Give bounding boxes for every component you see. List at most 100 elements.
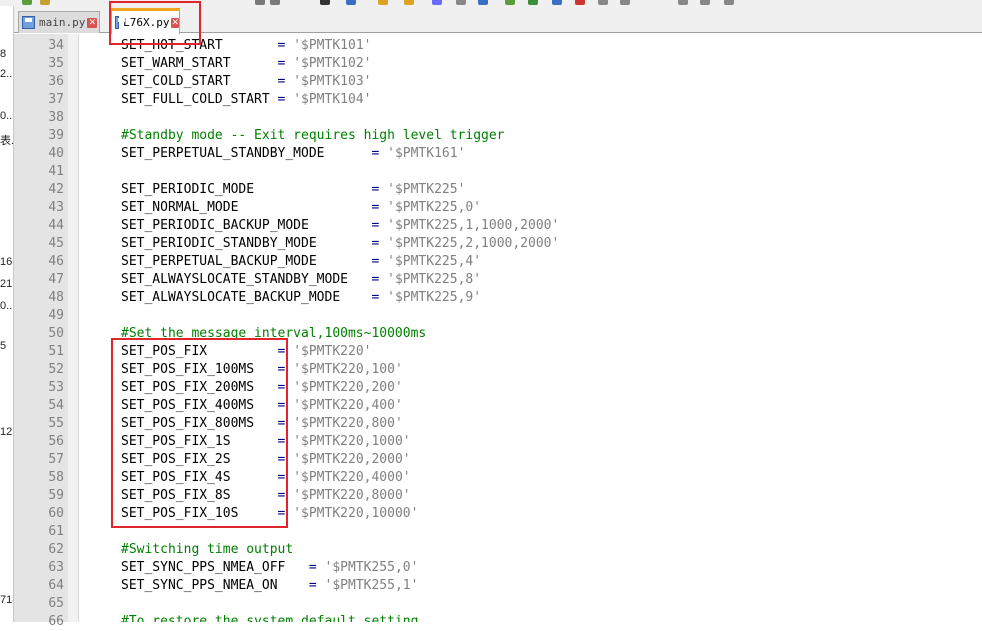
side-panel-text: 0..: [0, 110, 13, 122]
code-identifier: [309, 218, 372, 233]
code-identifier: SET_ALWAYSLOCATE_BACKUP_MODE: [121, 290, 341, 305]
toolbar-icon[interactable]: [456, 0, 466, 5]
side-panel-text: 2..: [0, 68, 13, 80]
code-string: '$PMTK104': [285, 92, 372, 107]
line-number: 52: [48, 362, 64, 377]
code-line[interactable]: SET_SYNC_PPS_NMEA_ON = '$PMTK255,1': [121, 577, 418, 595]
code-identifier: SET_ALWAYSLOCATE_STANDBY_MODE: [121, 272, 348, 287]
toolbar-icon[interactable]: [478, 0, 488, 5]
code-identifier: SET_PERIODIC_MODE: [121, 182, 255, 197]
code-identifier: [270, 92, 278, 107]
code-string: '$PMTK161': [379, 146, 466, 161]
toolbar-icon[interactable]: [255, 0, 265, 5]
code-line[interactable]: SET_ALWAYSLOCATE_STANDBY_MODE = '$PMTK22…: [121, 271, 481, 289]
code-string: '$PMTK225,2,1000,2000': [379, 236, 560, 251]
code-identifier: SET_PERIODIC_BACKUP_MODE: [121, 218, 309, 233]
code-line[interactable]: SET_PERPETUAL_STANDBY_MODE = '$PMTK161': [121, 145, 465, 163]
toolbar-icon[interactable]: [378, 0, 388, 5]
code-identifier: [317, 236, 372, 251]
side-panel-text: 8: [0, 48, 7, 60]
code-string: '$PMTK220,400': [285, 398, 403, 413]
code-line[interactable]: #Standby mode -- Exit requires high leve…: [121, 127, 505, 145]
code-comment: #Standby mode -- Exit requires high leve…: [121, 128, 505, 143]
code-comment: #Switching time output: [121, 542, 294, 557]
code-string: '$PMTK225,0': [379, 200, 482, 215]
code-editor[interactable]: SET_HOT_START = '$PMTK101' SET_WARM_START…: [79, 34, 982, 622]
toolbar-icon[interactable]: [620, 0, 630, 5]
toolbar-icon[interactable]: [678, 0, 688, 5]
side-panel-text: 5: [0, 340, 7, 352]
code-identifier: [317, 254, 372, 269]
code-string: '$PMTK225,4': [379, 254, 482, 269]
code-line[interactable]: SET_FULL_COLD_START = '$PMTK104': [121, 91, 371, 109]
code-string: '$PMTK255,1': [316, 578, 419, 593]
toolbar-icon[interactable]: [724, 0, 734, 5]
toolbar-icon[interactable]: [575, 0, 585, 5]
side-panel-text: 16: [0, 256, 13, 268]
toolbar-icon[interactable]: [404, 0, 414, 5]
toolbar-icon[interactable]: [432, 0, 442, 5]
code-string: '$PMTK255,0': [316, 560, 419, 575]
code-string: '$PMTK220,100': [285, 362, 403, 377]
code-line[interactable]: SET_NORMAL_MODE = '$PMTK225,0': [121, 199, 481, 217]
code-string: '$PMTK220,200': [285, 380, 403, 395]
toolbar-icon[interactable]: [270, 0, 280, 5]
code-line[interactable]: SET_PERIODIC_BACKUP_MODE = '$PMTK225,1,1…: [121, 217, 559, 235]
line-number: 65: [48, 596, 64, 611]
side-panel-text: 718: [0, 594, 13, 606]
toolbar-icon[interactable]: [700, 0, 710, 5]
line-number: 55: [48, 416, 64, 431]
code-identifier: SET_FULL_COLD_START: [121, 92, 270, 107]
toolbar-icon[interactable]: [320, 0, 330, 5]
code-string: '$PMTK220,800': [285, 416, 403, 431]
code-identifier: [285, 560, 308, 575]
code-string: '$PMTK225,9': [379, 290, 482, 305]
line-number: 46: [48, 254, 64, 269]
line-number: 43: [48, 200, 64, 215]
line-number: 59: [48, 488, 64, 503]
code-line[interactable]: SET_WARM_START = '$PMTK102': [121, 55, 371, 73]
toolbar-icon[interactable]: [346, 0, 356, 5]
code-string: '$PMTK220': [285, 344, 372, 359]
line-number: 61: [48, 524, 64, 539]
code-identifier: SET_NORMAL_MODE: [121, 200, 239, 215]
code-line[interactable]: #To restore the system default setting: [121, 613, 418, 622]
side-panel-text: 0..: [0, 300, 13, 312]
line-number: 41: [48, 164, 64, 179]
code-identifier: SET_PERIODIC_STANDBY_MODE: [121, 236, 317, 251]
code-operator: =: [308, 578, 317, 593]
code-identifier: [238, 200, 371, 215]
code-identifier: SET_SYNC_PPS_NMEA_OFF: [121, 560, 286, 575]
line-number: 58: [48, 470, 64, 485]
line-number: 39: [48, 128, 64, 143]
toolbar-icon[interactable]: [552, 0, 562, 5]
line-number: 56: [48, 434, 64, 449]
toolbar-icon[interactable]: [40, 0, 50, 5]
line-number: 50: [48, 326, 64, 341]
tab-main-py[interactable]: main.py ✕: [18, 11, 100, 33]
code-line[interactable]: SET_SYNC_PPS_NMEA_OFF = '$PMTK255,0': [121, 559, 418, 577]
code-line[interactable]: SET_PERIODIC_MODE = '$PMTK225': [121, 181, 465, 199]
code-line[interactable]: SET_PERPETUAL_BACKUP_MODE = '$PMTK225,4': [121, 253, 481, 271]
code-identifier: [231, 74, 278, 89]
code-identifier: [223, 38, 278, 53]
code-identifier: [278, 578, 309, 593]
toolbar-icon[interactable]: [22, 0, 32, 5]
line-number: 51: [48, 344, 64, 359]
toolbar-icon[interactable]: [505, 0, 515, 5]
line-number: 38: [48, 110, 64, 125]
close-tab-icon[interactable]: ✕: [87, 17, 98, 28]
code-string: '$PMTK220,8000': [285, 488, 411, 503]
code-line[interactable]: SET_ALWAYSLOCATE_BACKUP_MODE = '$PMTK225…: [121, 289, 481, 307]
line-number: 66: [48, 614, 64, 629]
toolbar-icon[interactable]: [528, 0, 538, 5]
code-line[interactable]: SET_PERIODIC_STANDBY_MODE = '$PMTK225,2,…: [121, 235, 559, 253]
line-number: 40: [48, 146, 64, 161]
code-line[interactable]: SET_COLD_START = '$PMTK103': [121, 73, 371, 91]
line-number: 60: [48, 506, 64, 521]
line-number: 62: [48, 542, 64, 557]
code-identifier: SET_PERPETUAL_STANDBY_MODE: [121, 146, 325, 161]
line-number: 44: [48, 218, 64, 233]
toolbar-icon[interactable]: [598, 0, 608, 5]
code-line[interactable]: #Switching time output: [121, 541, 293, 559]
